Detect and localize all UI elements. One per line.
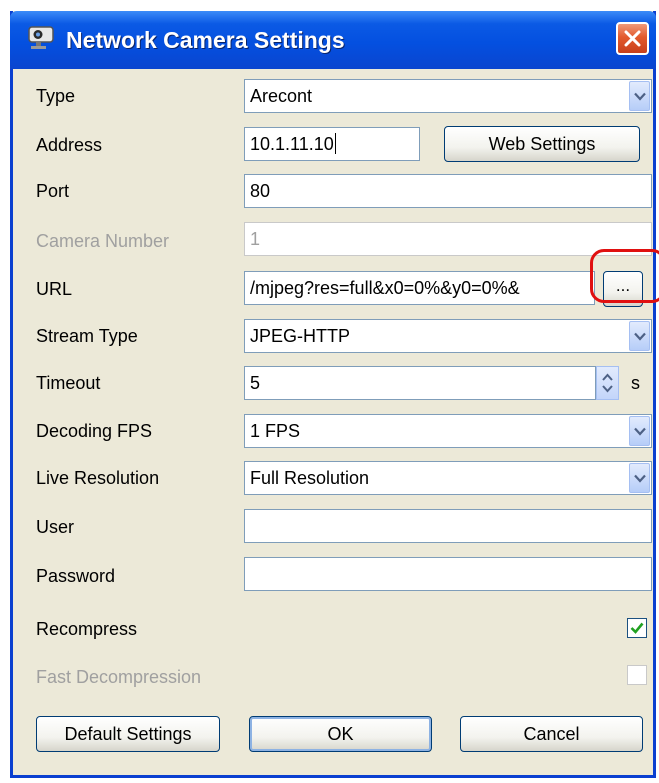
camera-number-value: 1	[250, 229, 261, 249]
live-resolution-value: Full Resolution	[250, 468, 370, 488]
checkmark-icon	[630, 622, 644, 634]
type-label: Type	[36, 86, 76, 106]
timeout-input[interactable]: 5	[244, 366, 596, 400]
timeout-value: 5	[250, 373, 261, 393]
stream-type-value: JPEG-HTTP	[250, 326, 351, 346]
text-caret	[334, 133, 336, 154]
camera-number-label: Camera Number	[36, 231, 170, 251]
type-dropdown[interactable]: Arecont	[244, 79, 652, 113]
stream-type-dropdown[interactable]: JPEG-HTTP	[244, 319, 652, 353]
url-value: /mjpeg?res=full&x0=0%&y0=0%&	[250, 278, 520, 298]
url-input[interactable]: /mjpeg?res=full&x0=0%&y0=0%&	[244, 271, 595, 305]
camera-number-input: 1	[244, 222, 652, 256]
cancel-button[interactable]: Cancel	[460, 716, 643, 752]
decoding-fps-label: Decoding FPS	[36, 421, 153, 441]
port-label: Port	[36, 181, 70, 201]
port-input[interactable]: 80	[244, 174, 652, 208]
timeout-spinner[interactable]	[596, 366, 619, 400]
title-bar[interactable]: Network Camera Settings	[10, 11, 656, 69]
spin-down-icon	[602, 385, 613, 393]
chevron-down-icon[interactable]	[629, 463, 650, 493]
address-value: 10.1.11.10	[250, 134, 334, 154]
password-label: Password	[36, 566, 116, 586]
recompress-checkbox[interactable]	[627, 618, 647, 638]
live-resolution-label: Live Resolution	[36, 468, 160, 488]
highlight-circle	[590, 249, 659, 303]
camera-icon	[27, 24, 57, 50]
chevron-down-icon[interactable]	[629, 416, 650, 446]
timeout-label: Timeout	[36, 373, 101, 393]
fast-decompression-checkbox	[627, 665, 647, 685]
chevron-down-icon[interactable]	[629, 321, 650, 351]
url-label: URL	[36, 279, 73, 299]
password-input[interactable]	[244, 557, 652, 591]
user-input[interactable]	[244, 509, 652, 543]
fast-decompression-label: Fast Decompression	[36, 667, 202, 687]
ok-button[interactable]: OK	[249, 716, 432, 752]
decoding-fps-value: 1 FPS	[250, 421, 301, 441]
spin-up-icon	[602, 373, 613, 381]
default-settings-button[interactable]: Default Settings	[36, 716, 220, 752]
timeout-unit: s	[631, 373, 640, 393]
web-settings-button[interactable]: Web Settings	[444, 126, 640, 162]
close-icon[interactable]	[616, 22, 649, 55]
address-input[interactable]: 10.1.11.10	[244, 127, 420, 161]
network-camera-settings-dialog: Network Camera Settings Type Arecont Add…	[10, 11, 659, 778]
address-label: Address	[36, 135, 103, 155]
live-resolution-dropdown[interactable]: Full Resolution	[244, 461, 652, 495]
stream-type-label: Stream Type	[36, 326, 138, 346]
type-value: Arecont	[250, 86, 313, 106]
decoding-fps-dropdown[interactable]: 1 FPS	[244, 414, 652, 448]
port-value: 80	[250, 181, 271, 201]
chevron-down-icon[interactable]	[629, 81, 650, 111]
window-title: Network Camera Settings	[66, 27, 345, 53]
recompress-label: Recompress	[36, 619, 138, 639]
user-label: User	[36, 517, 75, 537]
